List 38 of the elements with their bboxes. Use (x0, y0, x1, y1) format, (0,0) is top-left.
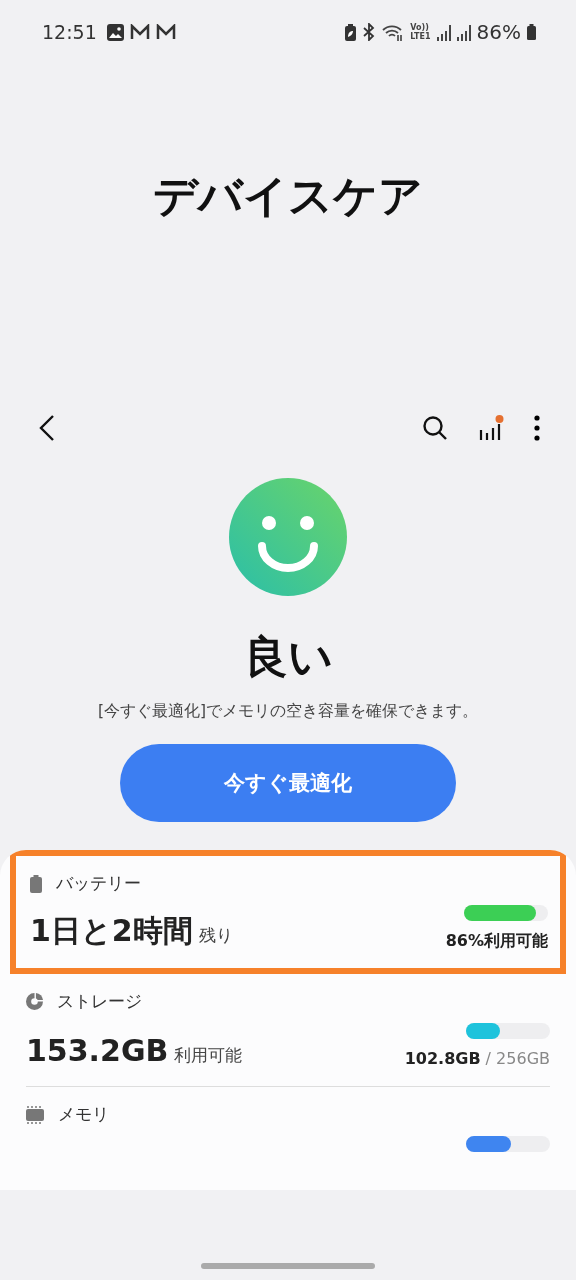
signal-icon (436, 23, 451, 41)
item-reading: 102.8GB (404, 1049, 481, 1068)
item-reading: 86%利用可能 (445, 931, 548, 950)
pie-chart-icon (26, 993, 43, 1010)
stats-button[interactable] (478, 414, 504, 442)
item-label: メモリ (58, 1103, 109, 1126)
battery-saver-icon (345, 23, 357, 41)
battery-percent: 86% (476, 20, 521, 44)
care-item[interactable]: ストレージ 153.2GB 利用可能 102.8GB / 256GB (0, 974, 576, 1086)
back-button[interactable] (38, 414, 56, 442)
item-value: 153.2GB (26, 1033, 169, 1068)
item-label: バッテリー (56, 872, 141, 895)
mail-icon (129, 24, 150, 40)
item-unit: 残り (198, 925, 233, 945)
highlighted-item[interactable]: バッテリー 1日と2時間 残り 86%利用可能 (10, 850, 566, 974)
optimize-button[interactable]: 今すぐ最適化 (120, 744, 456, 822)
item-value: 1日と2時間 (30, 913, 193, 948)
item-total: / 256GB (485, 1049, 550, 1068)
volte-label: Vo)) (410, 23, 429, 32)
bluetooth-icon (362, 23, 377, 41)
item-unit: 利用可能 (174, 1045, 243, 1065)
care-item[interactable]: メモリ (0, 1087, 576, 1170)
status-message: [今すぐ最適化]でメモリの空き容量を確保できます。 (97, 701, 479, 722)
clock: 12:51 (42, 21, 97, 43)
item-label: ストレージ (57, 990, 142, 1013)
signal-icon (456, 23, 471, 41)
chip-icon (26, 1105, 44, 1124)
volte-label: LTE1 (410, 32, 431, 41)
battery-icon (30, 874, 42, 893)
smiley-icon (229, 478, 347, 596)
page-title: デバイスケア (153, 168, 423, 223)
battery-icon (527, 24, 536, 40)
status-label: 良い (243, 630, 333, 684)
search-button[interactable] (422, 415, 448, 441)
more-options-button[interactable] (534, 415, 540, 441)
wifi-icon (382, 23, 405, 41)
image-icon (106, 23, 124, 41)
mail-icon (155, 24, 176, 40)
